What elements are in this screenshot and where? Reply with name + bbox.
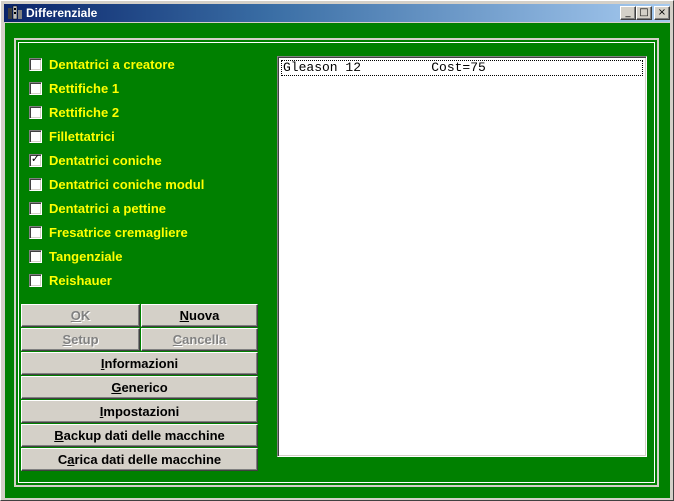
checkbox-label: Dentatrici coniche bbox=[49, 152, 162, 168]
ok-button[interactable]: OK bbox=[21, 304, 140, 327]
maximize-icon: □ bbox=[639, 7, 649, 18]
list-item[interactable]: Gleason 12 Cost=75 bbox=[281, 60, 643, 76]
checkbox-label: Rettifiche 1 bbox=[49, 80, 120, 96]
informazioni-button-label: Informazioni bbox=[100, 356, 179, 371]
generico-button[interactable]: Generico bbox=[21, 376, 258, 399]
backup-button-label: Backup dati delle macchine bbox=[54, 428, 225, 443]
close-button[interactable]: × bbox=[654, 6, 670, 20]
nuova-button[interactable]: Nuova bbox=[141, 304, 258, 327]
checkbox-row[interactable]: Tangenziale bbox=[29, 247, 122, 265]
checkbox[interactable] bbox=[29, 225, 42, 239]
checkbox-row[interactable]: Reishauer bbox=[29, 271, 112, 289]
generico-button-label: Generico bbox=[111, 380, 168, 395]
checkbox-row[interactable]: Rettifiche 1 bbox=[29, 79, 119, 97]
backup-button[interactable]: Backup dati delle macchine bbox=[21, 424, 258, 447]
checkmark-icon: ✓ bbox=[30, 151, 41, 165]
impostazioni-button[interactable]: Impostazioni bbox=[21, 400, 258, 423]
machine-listbox[interactable]: Gleason 12 Cost=75 bbox=[277, 56, 647, 457]
checkbox-label: Fresatrice cremagliere bbox=[49, 224, 188, 240]
client-area: Dentatrici a creatore Rettifiche 1 Rettifi… bbox=[5, 23, 670, 498]
checkbox-row[interactable]: ✓ Dentatrici coniche bbox=[29, 151, 162, 169]
window-title: Differenziale bbox=[26, 6, 98, 20]
checkbox-label: Dentatrici a pettine bbox=[49, 200, 167, 216]
checkbox-row[interactable]: Dentatrici coniche modul bbox=[29, 175, 204, 193]
carica-button-label: Carica dati delle macchine bbox=[57, 452, 222, 467]
checkbox-row[interactable]: Dentatrici a creatore bbox=[29, 55, 175, 73]
cancella-button-label: Cancella bbox=[172, 332, 227, 347]
impostazioni-button-label: Impostazioni bbox=[99, 404, 180, 419]
checkbox[interactable]: ✓ bbox=[29, 151, 42, 167]
checkbox-label: Rettifiche 2 bbox=[49, 104, 120, 120]
checkbox-label: Tangenziale bbox=[49, 248, 123, 264]
checkbox-label: Dentatrici coniche modul bbox=[49, 176, 205, 192]
maximize-button[interactable]: □ bbox=[636, 6, 652, 20]
minimize-button[interactable]: _ bbox=[620, 6, 636, 20]
informazioni-button[interactable]: Informazioni bbox=[21, 352, 258, 375]
nuova-button-label: Nuova bbox=[179, 308, 220, 323]
checkbox-row[interactable]: Rettifiche 2 bbox=[29, 103, 119, 121]
checkbox[interactable] bbox=[29, 177, 42, 191]
ok-button-label: OK bbox=[70, 308, 91, 323]
checkbox[interactable] bbox=[29, 81, 42, 95]
checkbox[interactable] bbox=[29, 249, 42, 263]
cancella-button[interactable]: Cancella bbox=[141, 328, 258, 351]
checkbox[interactable] bbox=[29, 57, 42, 71]
setup-button-label: Setup bbox=[62, 332, 99, 347]
checkbox[interactable] bbox=[29, 105, 42, 119]
close-icon: × bbox=[657, 7, 667, 18]
checkbox[interactable] bbox=[29, 201, 42, 215]
checkbox-label: Reishauer bbox=[49, 272, 112, 288]
checkbox-label: Fillettatrici bbox=[49, 128, 115, 144]
checkbox-label: Dentatrici a creatore bbox=[49, 56, 175, 72]
application-window: Differenziale _ □ × Dentatrici a creator… bbox=[0, 0, 674, 501]
setup-button[interactable]: Setup bbox=[21, 328, 140, 351]
checkbox-row[interactable]: Fresatrice cremagliere bbox=[29, 223, 188, 241]
title-bar[interactable]: Differenziale _ □ × bbox=[4, 4, 670, 22]
checkbox-row[interactable]: Fillettatrici bbox=[29, 127, 115, 145]
minimize-icon: _ bbox=[625, 7, 631, 18]
carica-button[interactable]: Carica dati delle macchine bbox=[21, 448, 258, 471]
checkbox-row[interactable]: Dentatrici a pettine bbox=[29, 199, 166, 217]
gear-app-icon bbox=[8, 5, 22, 20]
checkbox[interactable] bbox=[29, 129, 42, 143]
checkbox[interactable] bbox=[29, 273, 42, 287]
